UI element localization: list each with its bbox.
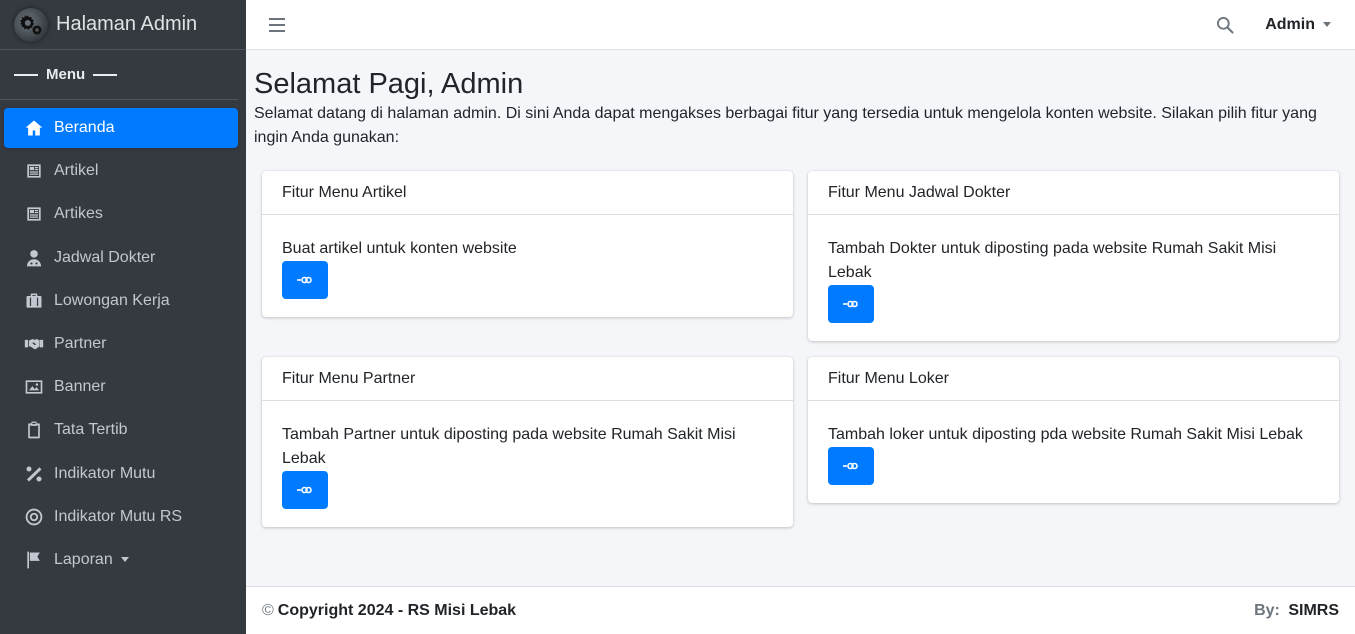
sidebar-item-label: Indikator Mutu xyxy=(54,464,156,482)
card-header: Fitur Menu Jadwal Dokter xyxy=(808,171,1339,215)
card-partner: Fitur Menu Partner Tambah Partner untuk … xyxy=(262,357,793,527)
sidebar-item-label: Partner xyxy=(54,334,107,352)
handshake-icon xyxy=(22,332,46,356)
link-button[interactable] xyxy=(282,471,328,509)
link-icon xyxy=(297,486,312,494)
sidebar-item-jadwal-dokter[interactable]: Jadwal Dokter xyxy=(4,238,238,278)
menu-header-dash-right xyxy=(93,73,118,76)
card-jadwal-dokter: Fitur Menu Jadwal Dokter Tambah Dokter u… xyxy=(808,171,1339,341)
brand-title: Halaman Admin xyxy=(56,13,198,35)
brand-link[interactable]: Halaman Admin xyxy=(0,0,246,50)
card-header: Fitur Menu Partner xyxy=(262,357,793,401)
menu-toggle-icon[interactable] xyxy=(269,17,285,32)
link-icon xyxy=(843,300,858,308)
link-icon xyxy=(843,462,858,470)
user-doctor-icon xyxy=(22,246,46,270)
link-button[interactable] xyxy=(828,447,874,485)
sidebar: Halaman Admin Menu Beranda Artikel Artik… xyxy=(0,0,246,634)
link-icon xyxy=(297,276,312,284)
sidebar-item-laporan[interactable]: Laporan xyxy=(4,540,238,580)
sidebar-nav: Beranda Artikel Artikes Jadwal Dokter Lo… xyxy=(0,100,246,580)
footer-by-label: By: xyxy=(1254,601,1280,619)
bullseye-icon xyxy=(22,505,46,529)
card-loker: Fitur Menu Loker Tambah loker untuk dipo… xyxy=(808,357,1339,503)
sidebar-item-label: Jadwal Dokter xyxy=(54,248,156,266)
newspaper-icon xyxy=(22,159,46,183)
link-button[interactable] xyxy=(828,285,874,323)
sidebar-item-label: Tata Tertib xyxy=(54,421,128,439)
gears-icon xyxy=(14,7,48,42)
card-text: Tambah Dokter untuk diposting pada websi… xyxy=(828,240,1277,281)
card-text: Buat artikel untuk konten website xyxy=(282,240,517,257)
card-header: Fitur Menu Artikel xyxy=(262,171,793,215)
sidebar-item-label: Beranda xyxy=(54,119,115,136)
flag-icon xyxy=(22,548,46,572)
sidebar-item-artikes[interactable]: Artikes xyxy=(4,194,238,234)
sidebar-item-label: Artikel xyxy=(54,162,99,180)
clipboard-icon xyxy=(22,418,46,442)
card-text: Tambah Partner untuk diposting pada webs… xyxy=(282,426,736,467)
menu-header: Menu xyxy=(0,50,238,100)
sidebar-item-beranda[interactable]: Beranda xyxy=(4,108,238,148)
user-name: Admin xyxy=(1265,15,1315,33)
navbar-right: Admin xyxy=(1215,15,1331,35)
percent-icon xyxy=(22,462,46,486)
card-text: Tambah loker untuk diposting pda website… xyxy=(828,426,1303,443)
card-body: Tambah loker untuk diposting pda website… xyxy=(808,401,1339,505)
link-button[interactable] xyxy=(282,261,328,299)
card-body: Tambah Partner untuk diposting pada webs… xyxy=(262,401,793,529)
briefcase-icon xyxy=(22,289,46,313)
copyright-icon: © xyxy=(262,601,274,619)
menu-header-dash-left xyxy=(14,73,38,76)
chevron-down-icon xyxy=(1323,22,1331,27)
chevron-down-icon xyxy=(120,557,129,563)
card-header: Fitur Menu Loker xyxy=(808,357,1339,401)
sidebar-item-label: Artikes xyxy=(54,205,103,223)
sidebar-item-partner[interactable]: Partner xyxy=(4,324,238,364)
card-body: Tambah Dokter untuk diposting pada websi… xyxy=(808,215,1339,343)
page-description: Selamat datang di halaman admin. Di sini… xyxy=(254,105,1317,146)
card-artikel: Fitur Menu Artikel Buat artikel untuk ko… xyxy=(262,171,793,317)
page-title: Selamat Pagi, Admin xyxy=(254,68,524,100)
menu-header-label: Menu xyxy=(46,66,86,83)
sidebar-item-indikator-mutu-rs[interactable]: Indikator Mutu RS xyxy=(4,497,238,537)
sidebar-item-artikel[interactable]: Artikel xyxy=(4,151,238,191)
sidebar-item-label: Laporan xyxy=(54,550,113,568)
image-icon xyxy=(22,375,46,399)
sidebar-item-indikator-mutu[interactable]: Indikator Mutu xyxy=(4,454,238,494)
search-icon[interactable] xyxy=(1215,15,1235,35)
sidebar-item-lowongan-kerja[interactable]: Lowongan Kerja xyxy=(4,281,238,321)
copyright-text: Copyright 2024 - RS Misi Lebak xyxy=(277,601,517,619)
footer: © Copyright 2024 - RS Misi Lebak By: SIM… xyxy=(246,586,1355,634)
newspaper-icon xyxy=(22,202,46,226)
footer-credit: By: SIMRS xyxy=(1254,602,1339,620)
card-body: Buat artikel untuk konten website xyxy=(262,215,793,319)
sidebar-item-tata-tertib[interactable]: Tata Tertib xyxy=(4,410,238,450)
user-dropdown[interactable]: Admin xyxy=(1265,16,1331,34)
sidebar-item-label: Banner xyxy=(54,378,106,396)
home-icon xyxy=(22,116,46,140)
main-content: Selamat Pagi, Admin Selamat datang di ha… xyxy=(254,50,1347,527)
sidebar-item-label: Lowongan Kerja xyxy=(54,291,170,309)
sidebar-item-banner[interactable]: Banner xyxy=(4,367,238,407)
top-navbar: Admin xyxy=(246,0,1355,50)
footer-by-value: SIMRS xyxy=(1288,601,1339,619)
sidebar-item-label: Indikator Mutu RS xyxy=(54,507,183,525)
